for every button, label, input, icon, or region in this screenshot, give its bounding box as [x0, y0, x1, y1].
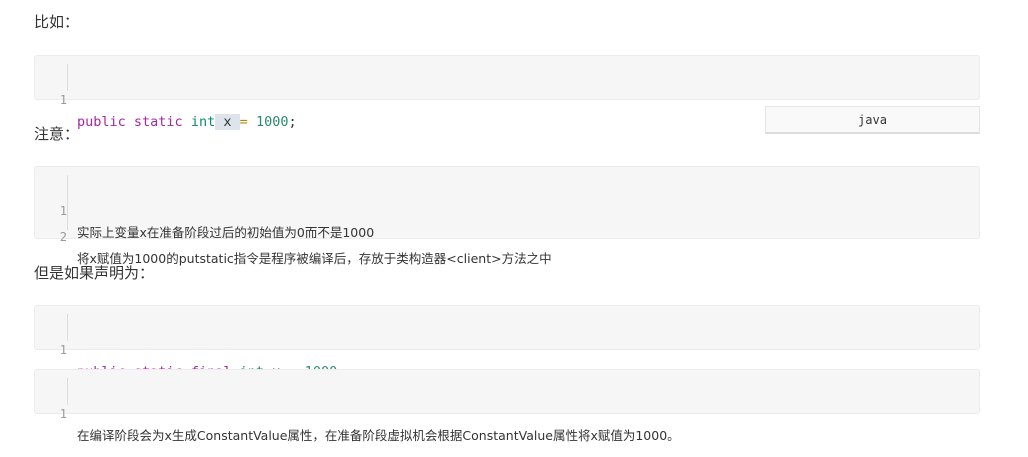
- variable-x: x: [223, 114, 232, 130]
- line-number: 2: [59, 230, 67, 244]
- code-block-explanation: 1 在编译阶段会为x生成ConstantValue属性，在准备阶段虚拟机会根据C…: [34, 369, 980, 443]
- line-number: 1: [59, 407, 67, 421]
- code-block-notes: 1 实际上变量x在准备阶段过后的初始值为0而不是1000 2 将x赋值为1000…: [34, 166, 980, 266]
- code-text: 在编译阶段会为x生成ConstantValue属性，在准备阶段虚拟机会根据Con…: [77, 428, 680, 443]
- language-tab-java[interactable]: java: [765, 106, 980, 134]
- operator-equals: =: [239, 114, 248, 130]
- line-number: 1: [59, 343, 67, 357]
- keyword-public: public: [77, 114, 126, 130]
- code-line: 1 在编译阶段会为x生成ConstantValue属性，在准备阶段虚拟机会根据C…: [35, 381, 979, 443]
- code-line: 1 实际上变量x在准备阶段过后的初始值为0而不是1000: [35, 178, 979, 240]
- number-literal: 1000: [255, 114, 289, 130]
- paragraph-final-declaration: 但是如果声明为：: [34, 264, 155, 282]
- code-line: 1 public static int x = 1000;: [35, 67, 979, 130]
- code-block-declaration: 1 public static int x = 1000;: [34, 55, 980, 130]
- paragraph-intro: 比如：: [34, 13, 80, 31]
- paragraph-note: 注意：: [34, 125, 80, 143]
- semicolon: ;: [288, 114, 297, 130]
- type-int: int: [190, 114, 216, 130]
- code-text: public static int x = 1000;: [77, 111, 297, 133]
- keyword-static: static: [133, 114, 183, 130]
- code-line: 1 public static final int x = 1000;: [35, 317, 979, 380]
- code-block-final-declaration: 1 public static final int x = 1000;: [34, 305, 980, 380]
- line-number: 1: [59, 93, 67, 107]
- code-line: 2 将x赋值为1000的putstatic指令是程序被编译后，存放于类构造器<c…: [35, 204, 979, 266]
